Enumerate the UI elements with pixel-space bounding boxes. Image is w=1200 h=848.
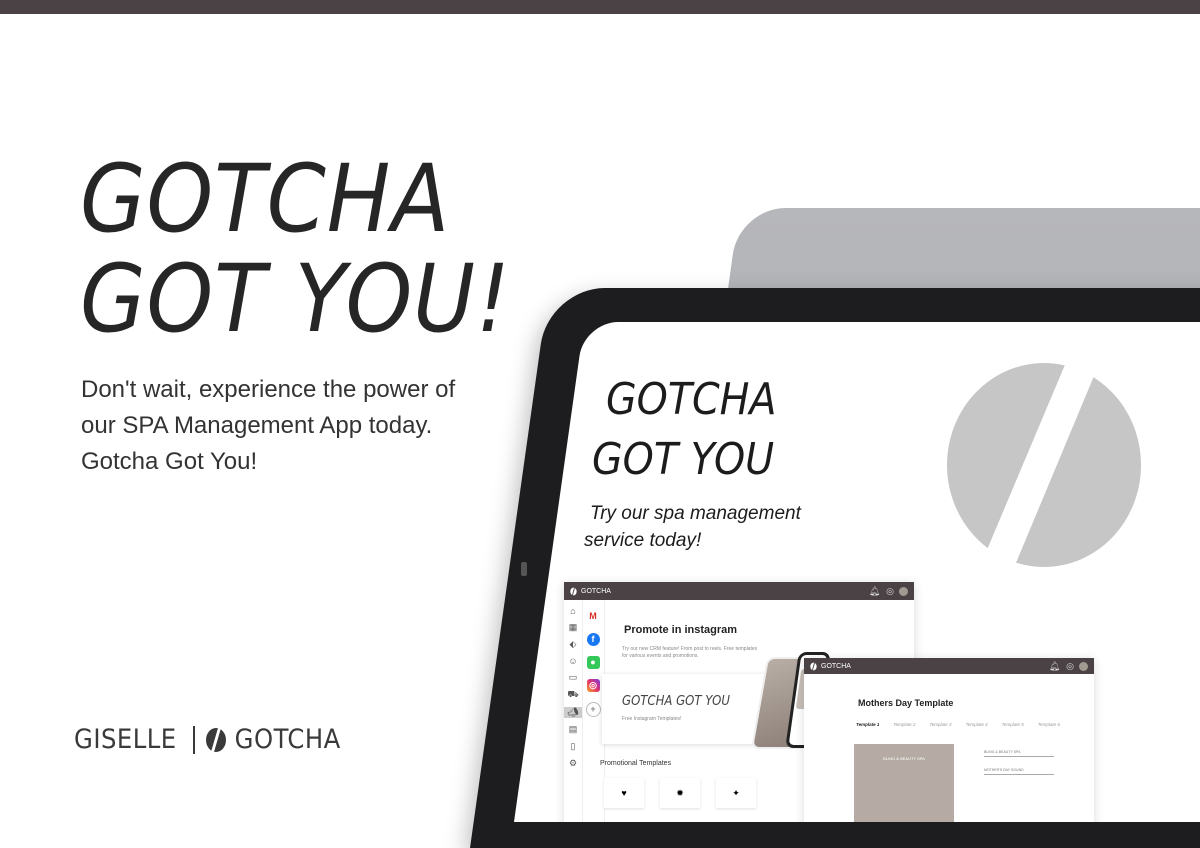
app2-bell-icon[interactable]: 🔔︎: [1049, 661, 1060, 672]
screen-subtitle-line-2: service today!: [584, 530, 702, 551]
template-tabs: Template 1 Template 2 Template 3 Templat…: [856, 722, 1074, 727]
help-icon[interactable]: ◎: [886, 586, 894, 597]
template-thumb-star[interactable]: ✦: [716, 778, 756, 808]
template-title: Mothers Day Template: [858, 698, 954, 708]
screen-subtitle: Try our spa management service today!: [584, 500, 801, 554]
avatar[interactable]: [899, 586, 908, 596]
messages-icon[interactable]: ●: [586, 656, 600, 669]
headline-line-1: GOTCHA: [80, 145, 451, 254]
tab-template-5[interactable]: Template 5: [1002, 722, 1024, 727]
gotcha-large-logo-icon: [947, 360, 1141, 570]
screen-title-line-1: GOTCHA: [606, 374, 777, 425]
app2-title-bar: GOTCHA 🔔︎ ◎: [804, 658, 1094, 674]
tab-template-4[interactable]: Template 4: [966, 722, 988, 727]
facebook-icon[interactable]: f: [586, 633, 600, 646]
app2-logo-icon: [810, 662, 817, 670]
app2-bar-title: GOTCHA: [821, 662, 851, 670]
gmail-icon[interactable]: M: [586, 610, 600, 623]
promotional-templates-label: Promotional Templates: [600, 760, 672, 767]
promo-title: Promote in instagram: [624, 624, 738, 636]
tag-icon[interactable]: ⬖: [570, 639, 577, 650]
app-nav-rail: ⌂ ▦ ⬖ ☺ ▭ ⛟ 📣︎ ▤ ▯ ⚙: [564, 600, 583, 822]
tab-template-1[interactable]: Template 1: [856, 722, 879, 727]
screen-title: GOTCHA GOT YOU: [592, 370, 777, 490]
template-field-1[interactable]: BLING & BEAUTY SPA: [984, 750, 1054, 757]
instagram-icon[interactable]: ◎: [586, 679, 600, 692]
template-thumb-lamp[interactable]: ✹: [660, 778, 700, 808]
brand-divider: [192, 725, 195, 754]
cart-icon[interactable]: ⛟: [567, 689, 578, 701]
promo-card-title: GOTCHA GOT YOU: [622, 694, 730, 709]
app2-avatar[interactable]: [1079, 661, 1088, 671]
hero-headline: GOTCHA GOT YOU!: [80, 150, 511, 350]
tab-template-2[interactable]: Template 2: [893, 722, 915, 727]
app-bar-title: GOTCHA: [581, 587, 611, 595]
folder-icon[interactable]: ▤: [569, 724, 578, 735]
top-bar: [0, 0, 1200, 14]
brand-lockup: GISELLE GOTCHA: [74, 724, 341, 755]
tablet-screen: GOTCHA GOT YOU Try our spa management se…: [514, 322, 1200, 822]
template-field-2[interactable]: MOTHER'S DAY SOUND: [984, 768, 1054, 775]
hero-tagline: Don't wait, experience the power of our …: [81, 376, 456, 475]
smile-icon[interactable]: ☺: [568, 656, 577, 666]
gotcha-logo-icon: [205, 727, 226, 752]
screen-title-line-2: GOT YOU: [592, 434, 775, 485]
tablet-camera-notch: [521, 562, 527, 576]
template-preview-image: BLING & BEAUTY SPA: [854, 744, 954, 822]
add-channel-icon[interactable]: +: [585, 702, 601, 717]
bell-icon[interactable]: 🔔︎: [869, 586, 880, 597]
document-icon[interactable]: ▯: [571, 741, 576, 752]
app2-help-icon[interactable]: ◎: [1066, 661, 1074, 672]
template-image-caption: BLING & BEAUTY SPA: [883, 756, 925, 761]
screen-subtitle-line-1: Try our spa management: [590, 503, 801, 524]
headline-line-2: GOT YOU!: [80, 245, 511, 354]
settings-icon[interactable]: ⚙: [569, 758, 577, 769]
template-app-window: GOTCHA 🔔︎ ◎ Mothers Day Template Templat…: [804, 658, 1094, 822]
calendar-icon[interactable]: ▦: [569, 622, 578, 633]
megaphone-icon[interactable]: 📣︎: [564, 707, 582, 718]
brand-name-giselle: GISELLE: [74, 724, 177, 755]
book-icon[interactable]: ▭: [569, 672, 578, 683]
app-title-bar: GOTCHA 🔔︎ ◎: [564, 582, 914, 600]
brand-name-gotcha: GOTCHA: [234, 724, 341, 755]
tab-template-3[interactable]: Template 3: [929, 722, 951, 727]
app-logo-icon: [570, 587, 577, 595]
tab-template-6[interactable]: Template 6: [1038, 722, 1060, 727]
promo-description: Try our new CRM feature! From post to re…: [622, 646, 758, 659]
template-thumb-hearts[interactable]: ♥: [604, 778, 644, 808]
home-icon[interactable]: ⌂: [570, 606, 575, 616]
promo-card-subtitle: Free Instagram Templates!: [622, 716, 682, 722]
